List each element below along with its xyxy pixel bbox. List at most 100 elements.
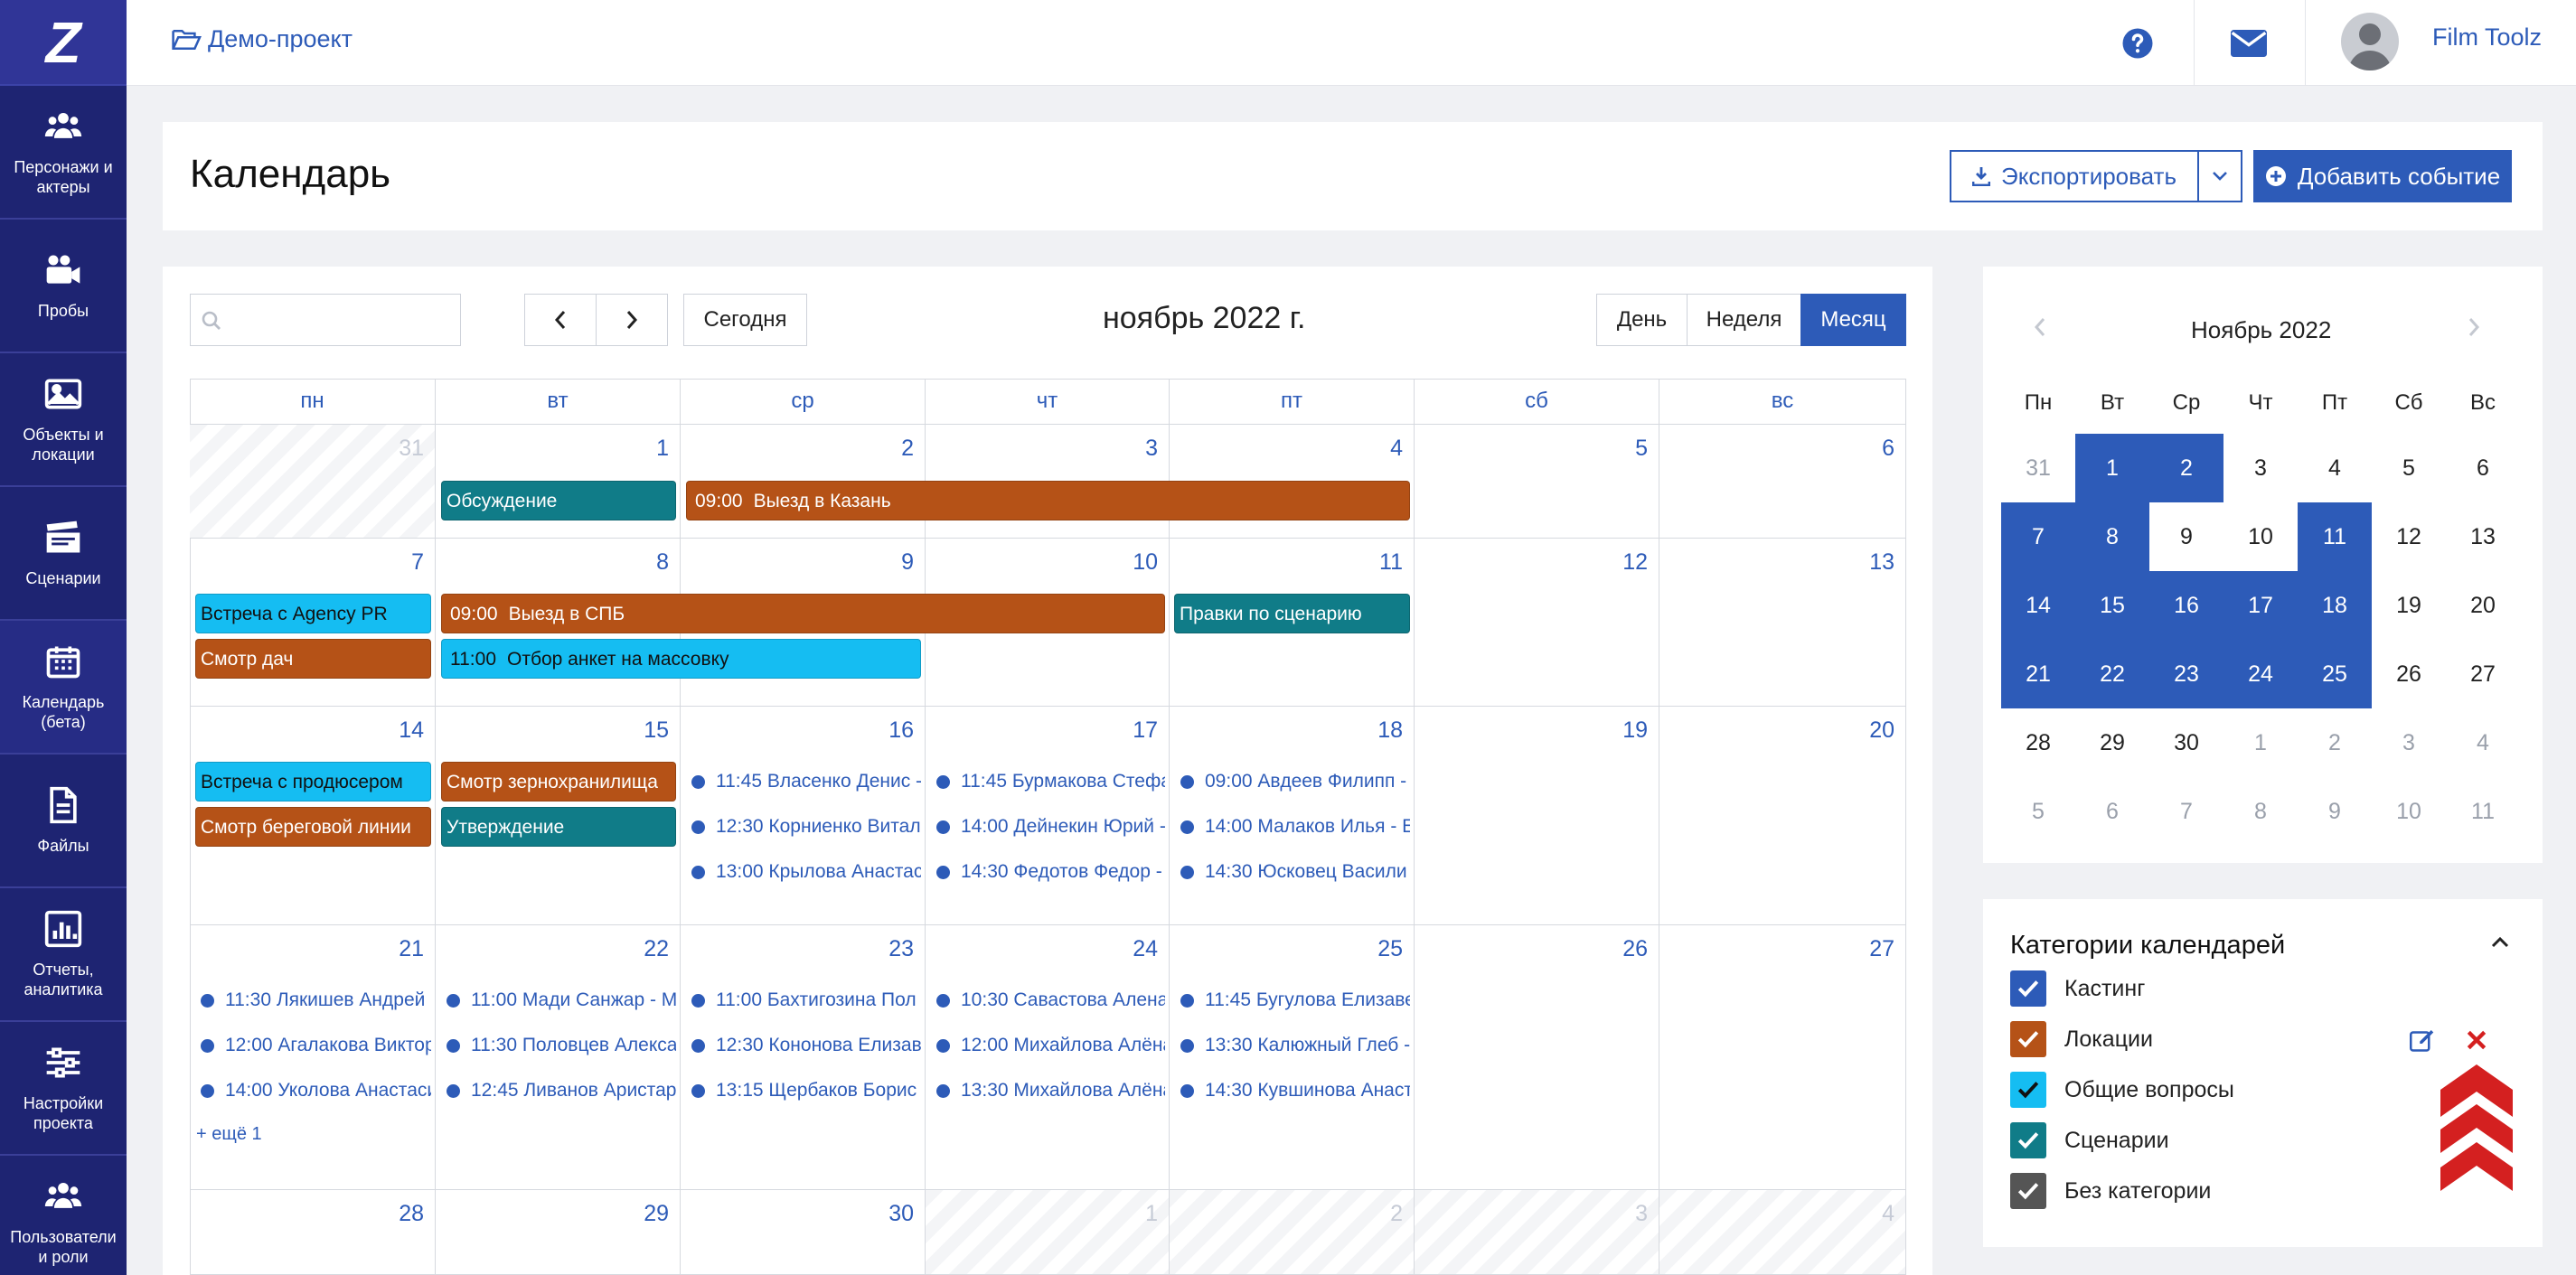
- day-cell[interactable]: 12: [1415, 539, 1659, 707]
- search-field[interactable]: [190, 294, 461, 346]
- mini-day[interactable]: 10: [2223, 502, 2298, 571]
- list-event[interactable]: 14:00 Дейнекин Юрий -: [926, 811, 1165, 843]
- day-cell[interactable]: 20: [1659, 707, 1906, 925]
- project-link[interactable]: Демо-проект: [172, 25, 353, 53]
- day-cell[interactable]: 27: [1659, 925, 1906, 1190]
- mini-day[interactable]: 7: [2149, 777, 2223, 846]
- search-input[interactable]: [230, 304, 447, 336]
- mini-day[interactable]: 18: [2298, 571, 2372, 640]
- mini-day[interactable]: 19: [2372, 571, 2446, 640]
- help-button[interactable]: [2106, 0, 2169, 86]
- mini-day[interactable]: 9: [2149, 502, 2223, 571]
- delete-category-button[interactable]: [2465, 1028, 2488, 1056]
- list-event[interactable]: 12:45 Ливанов Аристар: [436, 1074, 676, 1107]
- logo[interactable]: Z: [0, 0, 127, 86]
- list-event[interactable]: 12:30 Корниенко Витал: [681, 811, 921, 843]
- sidebar-item-files[interactable]: Файлы: [0, 755, 127, 888]
- list-event[interactable]: 12:30 Кононова Елизав: [681, 1029, 921, 1062]
- mini-day[interactable]: 12: [2372, 502, 2446, 571]
- day-cell[interactable]: 4: [1659, 1190, 1906, 1275]
- mini-day[interactable]: 21: [2001, 640, 2075, 708]
- event-bar[interactable]: Обсуждение: [441, 481, 676, 520]
- mini-day[interactable]: 24: [2223, 640, 2298, 708]
- today-button[interactable]: Сегодня: [683, 294, 807, 346]
- day-cell[interactable]: 13: [1659, 539, 1906, 707]
- category-item[interactable]: Общие вопросы: [2010, 1072, 2234, 1108]
- event-bar[interactable]: Встреча с продюсером: [195, 762, 431, 802]
- day-cell[interactable]: 30: [681, 1190, 926, 1275]
- mini-day[interactable]: 8: [2075, 502, 2149, 571]
- list-event[interactable]: 11:00 Бахтигозина Пол: [681, 984, 921, 1017]
- list-event[interactable]: 13:00 Крылова Анастас: [681, 856, 921, 888]
- export-button[interactable]: Экспортировать: [1950, 150, 2199, 202]
- day-cell[interactable]: 28: [190, 1190, 436, 1275]
- sidebar-item-auditions[interactable]: Пробы: [0, 220, 127, 353]
- mini-day[interactable]: 30: [2149, 708, 2223, 777]
- mini-day[interactable]: 29: [2075, 708, 2149, 777]
- mini-day[interactable]: 9: [2298, 777, 2372, 846]
- mini-day[interactable]: 16: [2149, 571, 2223, 640]
- sidebar-item-settings[interactable]: Настройки проекта: [0, 1022, 127, 1156]
- event-bar[interactable]: 09:00 Выезд в СПБ: [441, 594, 1165, 633]
- list-event[interactable]: 14:30 Кувшинова Анаст: [1170, 1074, 1410, 1107]
- list-event[interactable]: 13:30 Калюжный Глеб -: [1170, 1029, 1410, 1062]
- list-event[interactable]: 13:30 Михайлова Алёна: [926, 1074, 1165, 1107]
- mini-day[interactable]: 31: [2001, 434, 2075, 502]
- mini-day[interactable]: 6: [2075, 777, 2149, 846]
- add-event-button[interactable]: Добавить событие: [2253, 150, 2512, 202]
- sidebar-item-locations[interactable]: Объекты и локации: [0, 353, 127, 487]
- list-event[interactable]: 11:00 Мади Санжар - М: [436, 984, 676, 1017]
- mini-day[interactable]: 7: [2001, 502, 2075, 571]
- mini-day[interactable]: 5: [2001, 777, 2075, 846]
- mini-day[interactable]: 2: [2149, 434, 2223, 502]
- mini-day[interactable]: 22: [2075, 640, 2149, 708]
- mini-day[interactable]: 25: [2298, 640, 2372, 708]
- day-cell[interactable]: 3: [1415, 1190, 1659, 1275]
- mini-day[interactable]: 3: [2223, 434, 2298, 502]
- prev-button[interactable]: [524, 294, 597, 346]
- category-checkbox[interactable]: [2010, 1122, 2046, 1158]
- view-week-button[interactable]: Неделя: [1687, 294, 1801, 346]
- list-event[interactable]: 12:00 Агалакова Виктор: [190, 1029, 431, 1062]
- mini-day[interactable]: 11: [2298, 502, 2372, 571]
- sidebar-item-characters[interactable]: Персонажи и актеры: [0, 86, 127, 220]
- mini-day[interactable]: 13: [2446, 502, 2520, 571]
- event-bar[interactable]: 09:00 Выезд в Казань: [686, 481, 1410, 520]
- collapse-button[interactable]: [2491, 936, 2509, 953]
- mini-day[interactable]: 8: [2223, 777, 2298, 846]
- event-bar[interactable]: Смотр дач: [195, 639, 431, 679]
- mini-day[interactable]: 23: [2149, 640, 2223, 708]
- list-event[interactable]: 11:30 Половцев Алекса: [436, 1029, 676, 1062]
- mini-day[interactable]: 5: [2372, 434, 2446, 502]
- mini-day[interactable]: 15: [2075, 571, 2149, 640]
- view-month-button[interactable]: Месяц: [1800, 294, 1906, 346]
- mini-day[interactable]: 1: [2075, 434, 2149, 502]
- day-cell[interactable]: 1: [926, 1190, 1170, 1275]
- export-dropdown-button[interactable]: [2197, 150, 2242, 202]
- day-cell[interactable]: 26: [1415, 925, 1659, 1190]
- mini-day[interactable]: 6: [2446, 434, 2520, 502]
- list-event[interactable]: 11:45 Власенко Денис -: [681, 765, 921, 798]
- day-cell[interactable]: 31: [190, 425, 436, 539]
- list-event[interactable]: 10:30 Савастова Алена: [926, 984, 1165, 1017]
- view-day-button[interactable]: День: [1596, 294, 1688, 346]
- list-event[interactable]: 11:45 Бурмакова Стефа: [926, 765, 1165, 798]
- category-item[interactable]: Кастинг: [2010, 970, 2145, 1007]
- sidebar-item-scripts[interactable]: Сценарии: [0, 487, 127, 621]
- list-event[interactable]: 11:45 Бугулова Елизаве: [1170, 984, 1410, 1017]
- category-checkbox[interactable]: [2010, 1072, 2046, 1108]
- mini-day[interactable]: 11: [2446, 777, 2520, 846]
- mini-day[interactable]: 17: [2223, 571, 2298, 640]
- event-bar[interactable]: Смотр зернохранилища: [441, 762, 676, 802]
- mini-day[interactable]: 10: [2372, 777, 2446, 846]
- avatar[interactable]: [2341, 13, 2399, 70]
- more-events-link[interactable]: + ещё 1: [196, 1124, 262, 1145]
- mini-prev-button[interactable]: [2034, 314, 2046, 345]
- event-bar[interactable]: 11:00 Отбор анкет на массовку: [441, 639, 921, 679]
- sidebar-item-reports[interactable]: Отчеты, аналитика: [0, 888, 127, 1022]
- category-item[interactable]: Сценарии: [2010, 1122, 2169, 1158]
- day-cell[interactable]: 29: [436, 1190, 681, 1275]
- list-event[interactable]: 14:30 Юсковец Васили: [1170, 856, 1410, 888]
- sidebar-item-users[interactable]: Пользователи и роли: [0, 1156, 127, 1275]
- category-item[interactable]: Без категории: [2010, 1173, 2211, 1209]
